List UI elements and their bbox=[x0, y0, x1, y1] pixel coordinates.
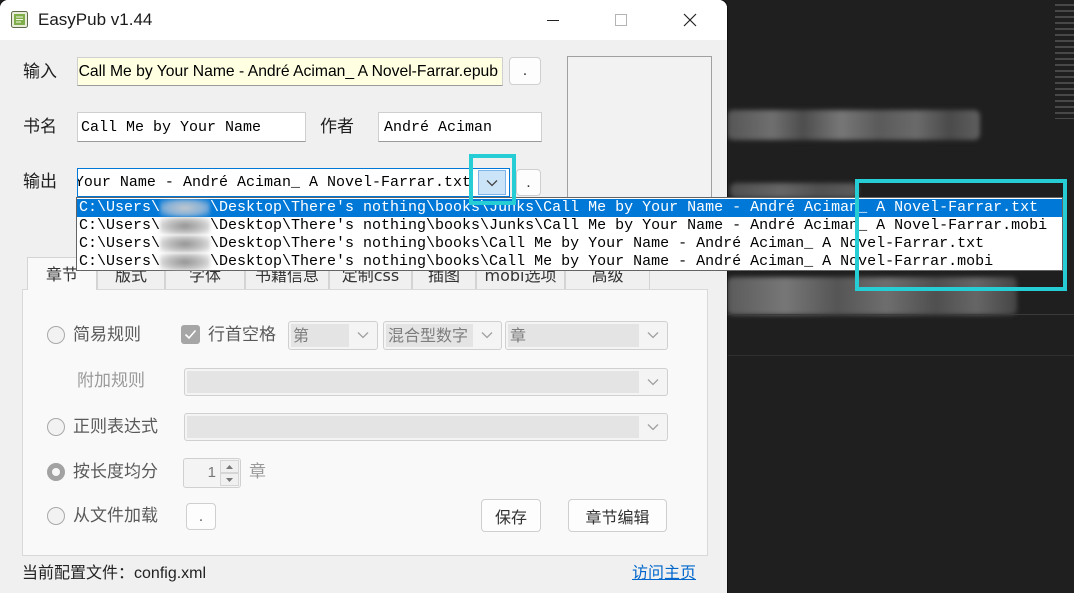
edit-chapters-button[interactable]: 章节编辑 bbox=[568, 499, 667, 532]
input-label: 输入 bbox=[23, 62, 57, 82]
chevron-down-icon bbox=[647, 379, 659, 386]
chapter-number-select[interactable]: 混合型数字 bbox=[383, 321, 502, 350]
chapter-count-value: 1 bbox=[207, 464, 216, 481]
simple-rule-radio[interactable] bbox=[47, 326, 65, 344]
maximize-icon bbox=[615, 14, 627, 26]
background-editor bbox=[727, 0, 1074, 593]
title-bar: EasyPub v1.44 bbox=[0, 0, 727, 40]
book-name-field[interactable]: Call Me by Your Name bbox=[77, 112, 306, 142]
leading-space-checkbox[interactable] bbox=[181, 325, 200, 344]
app-icon bbox=[10, 10, 29, 29]
blurred-background-text bbox=[727, 110, 980, 140]
author-label: 作者 bbox=[320, 117, 354, 137]
chapter-suffix-value: 章 bbox=[508, 324, 639, 347]
extra-rule-value bbox=[187, 371, 639, 393]
input-browse-button[interactable]: . bbox=[509, 57, 541, 85]
cover-preview bbox=[567, 56, 712, 206]
divider bbox=[727, 314, 1074, 315]
maximize-button[interactable] bbox=[598, 0, 644, 40]
close-icon bbox=[683, 13, 697, 27]
blurred-background-text bbox=[730, 183, 858, 198]
extra-rule-select[interactable] bbox=[184, 368, 668, 396]
annotation-highlight-box bbox=[855, 179, 1067, 291]
regex-value bbox=[187, 416, 639, 438]
option-path-prefix: C:\Users\ bbox=[79, 217, 161, 234]
spin-up-button[interactable] bbox=[220, 460, 239, 473]
leading-space-label: 行首空格 bbox=[208, 325, 276, 345]
chapter-count-spinner[interactable]: 1 bbox=[183, 458, 241, 488]
chapter-settings-panel: 简易规则 行首空格 第 混合型数字 章 附加规则 正则表达式 按长度均分 1 章… bbox=[22, 289, 708, 556]
save-button[interactable]: 保存 bbox=[481, 499, 541, 532]
split-by-length-label: 按长度均分 bbox=[73, 462, 158, 482]
chapter-prefix-value: 第 bbox=[291, 324, 349, 347]
caret-up-icon bbox=[226, 464, 233, 469]
load-from-file-radio[interactable] bbox=[47, 507, 65, 525]
blurred-code-column bbox=[1055, 4, 1074, 119]
split-by-length-radio[interactable] bbox=[47, 463, 65, 481]
config-label: 当前配置文件： bbox=[22, 563, 135, 582]
redacted-username bbox=[160, 235, 211, 253]
regex-radio[interactable] bbox=[47, 418, 65, 436]
divider bbox=[727, 355, 1074, 356]
chevron-down-icon bbox=[357, 332, 369, 339]
easypub-window: EasyPub v1.44 输入 Call Me by Your Name - … bbox=[0, 0, 1063, 593]
caret-down-icon bbox=[226, 477, 233, 482]
input-file-value: Call Me by Your Name - André Aciman_ A N… bbox=[78, 62, 498, 80]
redacted-username bbox=[160, 217, 211, 235]
load-from-file-label: 从文件加载 bbox=[73, 506, 158, 526]
option-path-prefix: C:\Users\ bbox=[79, 199, 161, 216]
input-file-field[interactable]: Call Me by Your Name - André Aciman_ A N… bbox=[77, 57, 503, 86]
redacted-username bbox=[160, 253, 211, 271]
book-name-value: Call Me by Your Name bbox=[81, 118, 262, 136]
output-value: Your Name - André Aciman_ A Novel-Farrar… bbox=[78, 174, 471, 191]
output-label: 输出 bbox=[23, 172, 57, 192]
author-field[interactable]: André Aciman bbox=[378, 112, 542, 142]
chapter-number-value: 混合型数字 bbox=[386, 324, 473, 347]
extra-rule-label: 附加规则 bbox=[77, 371, 145, 391]
chevron-down-icon bbox=[647, 332, 659, 339]
minimize-button[interactable] bbox=[530, 0, 576, 40]
check-icon bbox=[184, 329, 197, 340]
redacted-username bbox=[160, 199, 211, 217]
window-title: EasyPub v1.44 bbox=[38, 10, 153, 29]
config-filename: config.xml bbox=[134, 565, 207, 582]
chapter-unit-label: 章 bbox=[249, 462, 266, 482]
regex-label: 正则表达式 bbox=[73, 417, 158, 437]
spin-down-button[interactable] bbox=[220, 473, 239, 486]
chevron-down-icon bbox=[481, 332, 493, 339]
simple-rule-label: 简易规则 bbox=[73, 325, 141, 345]
close-button[interactable] bbox=[667, 0, 713, 40]
output-browse-button[interactable]: . bbox=[516, 169, 541, 196]
output-combobox[interactable]: Your Name - André Aciman_ A Novel-Farrar… bbox=[77, 168, 510, 197]
chapter-suffix-select[interactable]: 章 bbox=[505, 321, 668, 350]
output-text-area[interactable]: Your Name - André Aciman_ A Novel-Farrar… bbox=[78, 169, 471, 196]
regex-select[interactable] bbox=[184, 413, 668, 441]
minimize-icon bbox=[547, 19, 559, 21]
author-value: André Aciman bbox=[384, 118, 493, 136]
option-path-prefix: C:\Users\ bbox=[79, 253, 161, 270]
homepage-link[interactable]: 访问主页 bbox=[632, 562, 696, 584]
chevron-down-icon bbox=[647, 424, 659, 431]
load-file-browse-button[interactable]: . bbox=[186, 503, 216, 530]
chapter-prefix-select[interactable]: 第 bbox=[288, 321, 378, 350]
config-status: 当前配置文件：config.xml bbox=[22, 562, 206, 585]
option-path-prefix: C:\Users\ bbox=[79, 235, 161, 252]
book-name-label: 书名 bbox=[23, 117, 57, 137]
annotation-highlight-box bbox=[469, 154, 516, 205]
